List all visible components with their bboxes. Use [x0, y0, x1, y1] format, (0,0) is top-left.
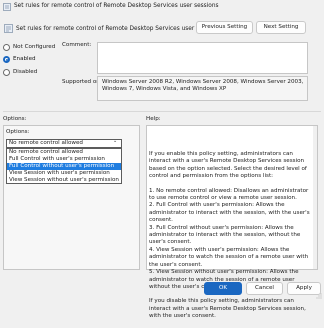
- dropdown-option[interactable]: No remote control allowed: [7, 149, 121, 156]
- resize-grip-icon[interactable]: [316, 293, 322, 299]
- section-divider: [3, 111, 321, 112]
- policy-icon: [3, 3, 11, 11]
- supported-on-label: Supported on:: [62, 79, 102, 85]
- help-paragraph-intro: If you enable this policy setting, admin…: [149, 151, 307, 180]
- policy-setting-icon: [4, 24, 13, 33]
- radio-disabled-label[interactable]: Disabled: [13, 69, 37, 75]
- setting-title: Set rules for remote control of Remote D…: [16, 26, 221, 32]
- comment-label: Comment:: [62, 42, 92, 48]
- help-paragraph-options: 1. No remote control allowed: Disallows …: [149, 187, 310, 290]
- options-section-label: Options:: [3, 116, 27, 122]
- help-scrollbar[interactable]: [313, 126, 317, 269]
- supported-on-value: Windows Server 2008 R2, Windows Server 2…: [102, 79, 304, 93]
- ok-button[interactable]: OK: [204, 282, 242, 295]
- help-paragraph-disable: If you disable this policy setting, admi…: [149, 298, 306, 320]
- dropdown-option[interactable]: Full Control with user's permission: [7, 156, 121, 163]
- comment-field[interactable]: [97, 42, 308, 74]
- chevron-down-icon[interactable]: ⌄: [113, 138, 117, 144]
- cancel-button[interactable]: Cancel: [246, 282, 283, 295]
- previous-setting-button[interactable]: Previous Setting: [196, 21, 253, 34]
- remote-control-select-value[interactable]: No remote control allowed: [9, 140, 83, 146]
- dropdown-option-highlighted[interactable]: Full Control without user's permission: [7, 163, 121, 170]
- dropdown-option[interactable]: View Session with user's permission: [7, 170, 121, 177]
- radio-not-configured[interactable]: [3, 44, 10, 51]
- options-field-label: Options:: [6, 129, 30, 135]
- radio-enabled-label[interactable]: Enabled: [13, 56, 36, 62]
- help-section-label: Help:: [146, 116, 161, 122]
- window-title: Set rules for remote control of Remote D…: [14, 3, 219, 9]
- dropdown-option[interactable]: View Session without user's permission: [7, 177, 121, 184]
- help-text: If you enable this policy setting, admin…: [149, 151, 311, 328]
- next-setting-button[interactable]: Next Setting: [256, 21, 306, 34]
- radio-disabled[interactable]: [3, 69, 10, 76]
- radio-enabled[interactable]: [3, 56, 10, 63]
- radio-not-configured-label[interactable]: Not Configured: [13, 44, 55, 50]
